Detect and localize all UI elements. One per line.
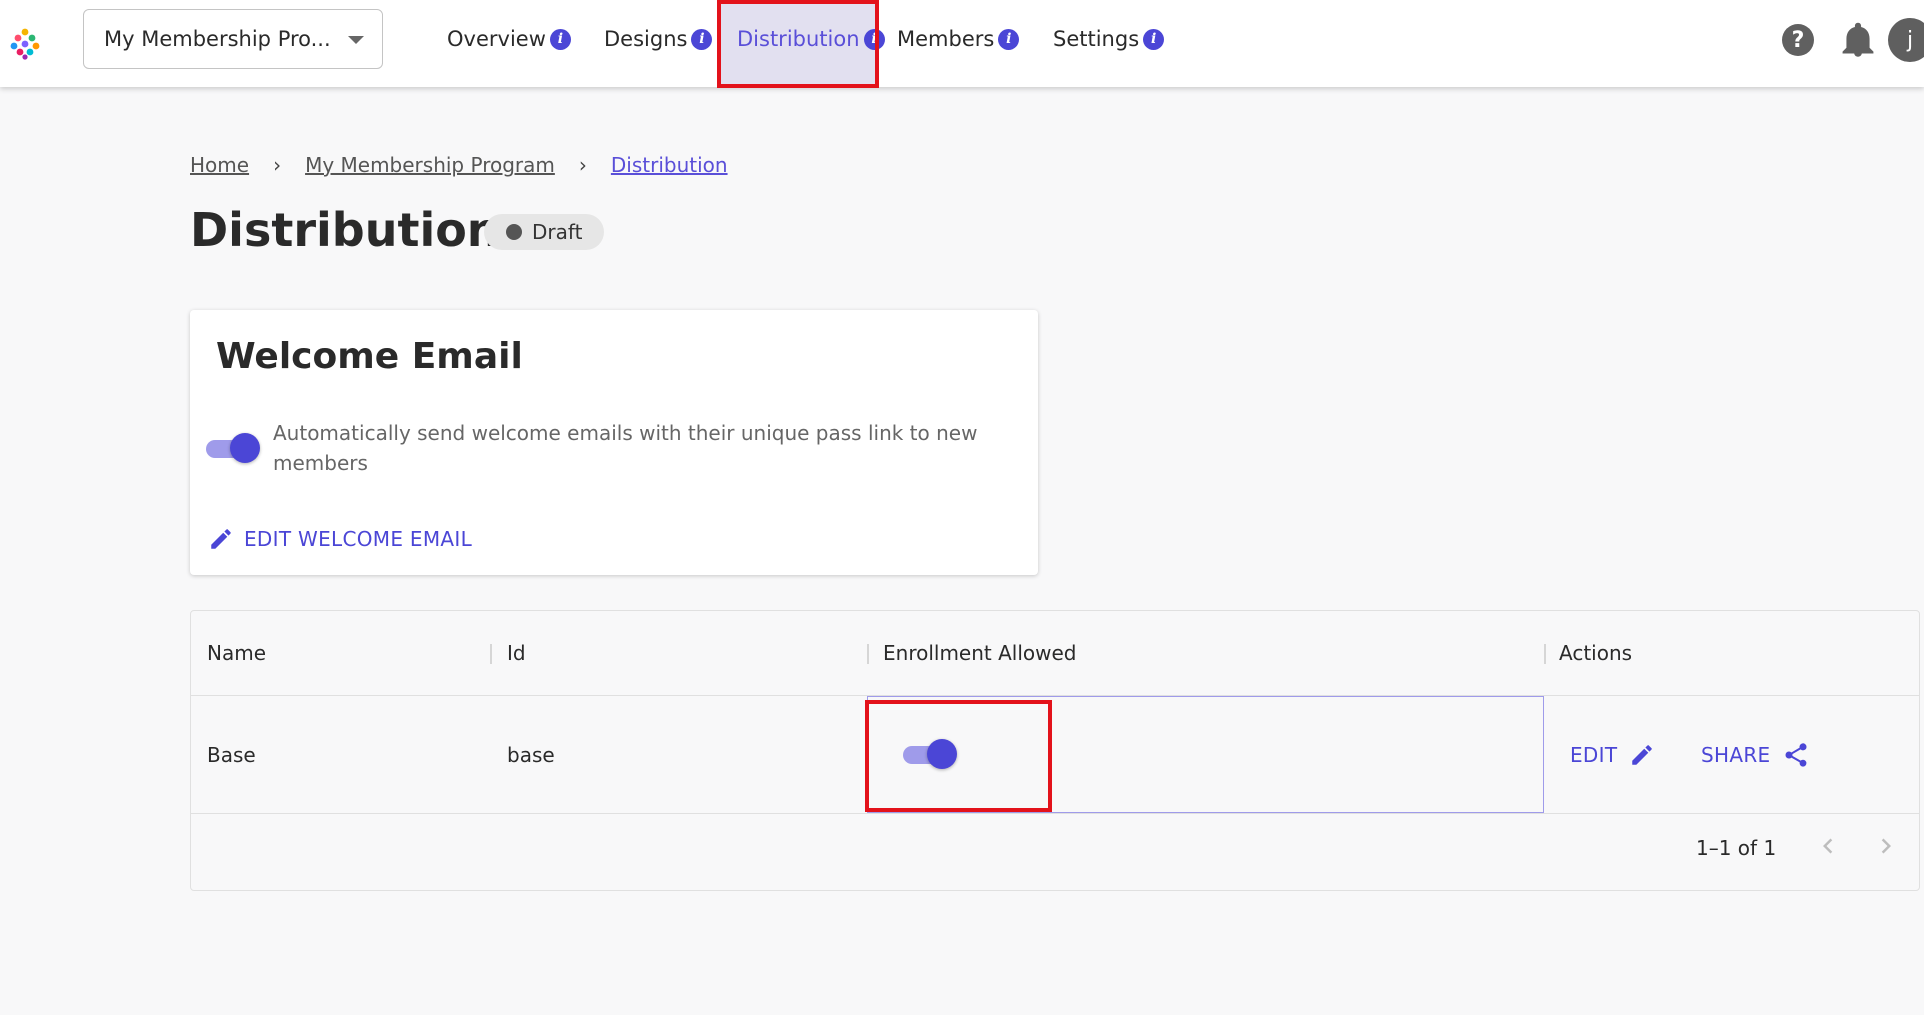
program-select-value: My Membership Pro... (104, 27, 331, 51)
pagination-range: 1–1 of 1 (1696, 836, 1777, 860)
info-icon[interactable]: i (1143, 28, 1165, 50)
edit-row-label: EDIT (1570, 743, 1618, 767)
tab-overview-label: Overview (447, 27, 546, 51)
welcome-email-description: Automatically send welcome emails with t… (273, 421, 978, 475)
program-select[interactable]: My Membership Pro... (83, 9, 383, 69)
tab-members-label: Members (897, 27, 995, 51)
next-page-icon[interactable] (1871, 831, 1901, 861)
help-icon[interactable]: ? (1782, 24, 1814, 56)
chevron-right-icon: › (578, 153, 587, 177)
column-header-enrollment-allowed[interactable]: Enrollment Allowed (883, 611, 1077, 695)
dropdown-caret-icon (348, 36, 364, 44)
breadcrumb-home[interactable]: Home (190, 153, 249, 177)
toggle-thumb (927, 739, 957, 769)
notification-bell-icon[interactable] (1842, 22, 1874, 58)
breadcrumb-program[interactable]: My Membership Program (305, 153, 555, 177)
status-badge-label: Draft (532, 220, 583, 244)
tab-designs[interactable]: Designs i (604, 16, 713, 62)
tab-settings[interactable]: Settings i (1053, 16, 1165, 62)
info-icon[interactable]: i (691, 28, 713, 50)
pencil-icon (1632, 745, 1653, 765)
tab-members[interactable]: Members i (897, 16, 1020, 62)
info-icon[interactable]: i (863, 28, 885, 50)
status-dot-icon (506, 224, 522, 240)
info-icon[interactable]: i (549, 28, 571, 50)
tab-overview[interactable]: Overview i (447, 16, 571, 62)
tab-designs-label: Designs (604, 27, 688, 51)
status-badge: Draft (484, 214, 605, 250)
column-header-name[interactable]: Name (207, 611, 266, 695)
top-app-bar: My Membership Pro... Overview i Designs … (0, 0, 1924, 87)
column-separator[interactable] (1544, 644, 1546, 664)
toggle-thumb (230, 433, 260, 463)
row-divider (191, 813, 1919, 814)
tab-distribution-label: Distribution (737, 27, 860, 51)
tab-distribution[interactable]: Distribution i (737, 16, 885, 62)
app-logo-icon[interactable] (8, 26, 42, 60)
edit-welcome-email-button[interactable]: EDIT WELCOME EMAIL (208, 522, 472, 556)
column-header-id[interactable]: Id (507, 611, 526, 695)
welcome-email-card: Welcome Email Automatically send welcome… (190, 310, 1038, 575)
share-icon (1785, 743, 1807, 767)
chevron-right-icon: › (273, 153, 282, 177)
info-icon[interactable]: i (998, 28, 1020, 50)
edit-welcome-email-label: EDIT WELCOME EMAIL (244, 527, 473, 551)
column-separator[interactable] (490, 644, 492, 664)
breadcrumb: Home › My Membership Program › Distribut… (190, 150, 728, 180)
breadcrumb-current[interactable]: Distribution (611, 153, 728, 177)
column-separator[interactable] (867, 644, 869, 664)
edit-row-button[interactable]: EDIT (1570, 739, 1655, 771)
pass-types-table: Name Id Enrollment Allowed Actions Base … (190, 610, 1920, 891)
tab-settings-label: Settings (1053, 27, 1140, 51)
welcome-email-toggle[interactable] (204, 433, 260, 463)
row-name-cell: Base (207, 742, 256, 767)
pencil-icon (211, 529, 231, 549)
share-row-label: SHARE (1701, 743, 1771, 767)
user-avatar[interactable]: j (1888, 18, 1924, 62)
enrollment-cell-focus (867, 696, 1544, 813)
enrollment-allowed-toggle[interactable] (901, 739, 957, 769)
welcome-email-title: Welcome Email (216, 336, 523, 377)
page-title: Distribution (190, 203, 500, 257)
column-header-actions[interactable]: Actions (1559, 611, 1632, 695)
row-id-cell: base (507, 742, 555, 767)
share-row-button[interactable]: SHARE (1701, 739, 1810, 771)
previous-page-icon[interactable] (1813, 831, 1843, 861)
